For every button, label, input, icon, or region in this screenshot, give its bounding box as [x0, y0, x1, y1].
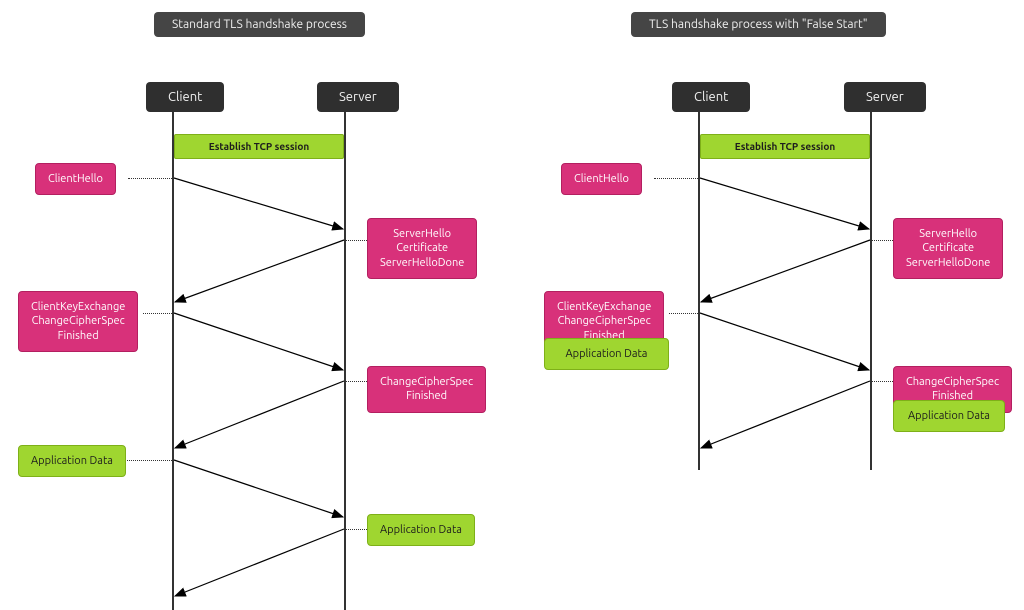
right-dash-3 [669, 313, 698, 314]
left-clienthello: ClientHello [35, 163, 116, 195]
left-client-box: Client [146, 82, 224, 112]
left-tcp-band: Establish TCP session [174, 134, 344, 159]
right-appdata-client: Application Data [544, 338, 669, 370]
right-dash-4 [872, 381, 893, 382]
right-clienthello: ClientHello [561, 163, 642, 195]
right-serverhello: ServerHelloCertificateServerHelloDone [893, 218, 1003, 279]
right-dash-1 [654, 178, 698, 179]
right-client-box: Client [672, 82, 750, 112]
left-dash-5 [127, 460, 172, 461]
right-server-box: Server [844, 82, 926, 112]
left-dash-6 [346, 529, 367, 530]
left-title: Standard TLS handshake process [154, 12, 365, 37]
right-title: TLS handshake process with "False Start" [631, 12, 886, 37]
left-client-lifeline [172, 112, 174, 610]
left-dash-4 [346, 381, 367, 382]
left-appdata-client: Application Data [18, 445, 126, 477]
left-changecipher: ChangeCipherSpecFinished [367, 366, 486, 413]
right-dash-2 [872, 240, 893, 241]
left-server-lifeline [344, 112, 346, 610]
left-clientkeyexchange: ClientKeyExchangeChangeCipherSpecFinishe… [18, 291, 138, 352]
left-dash-3 [143, 313, 172, 314]
right-server-lifeline [870, 112, 872, 470]
right-tcp-band: Establish TCP session [700, 134, 870, 159]
left-appdata-server: Application Data [367, 514, 475, 546]
left-serverhello: ServerHelloCertificateServerHelloDone [367, 218, 477, 279]
right-client-lifeline [698, 112, 700, 470]
left-server-box: Server [317, 82, 399, 112]
left-dash-2 [346, 240, 367, 241]
left-dash-1 [128, 178, 172, 179]
right-appdata-server: Application Data [893, 400, 1005, 432]
